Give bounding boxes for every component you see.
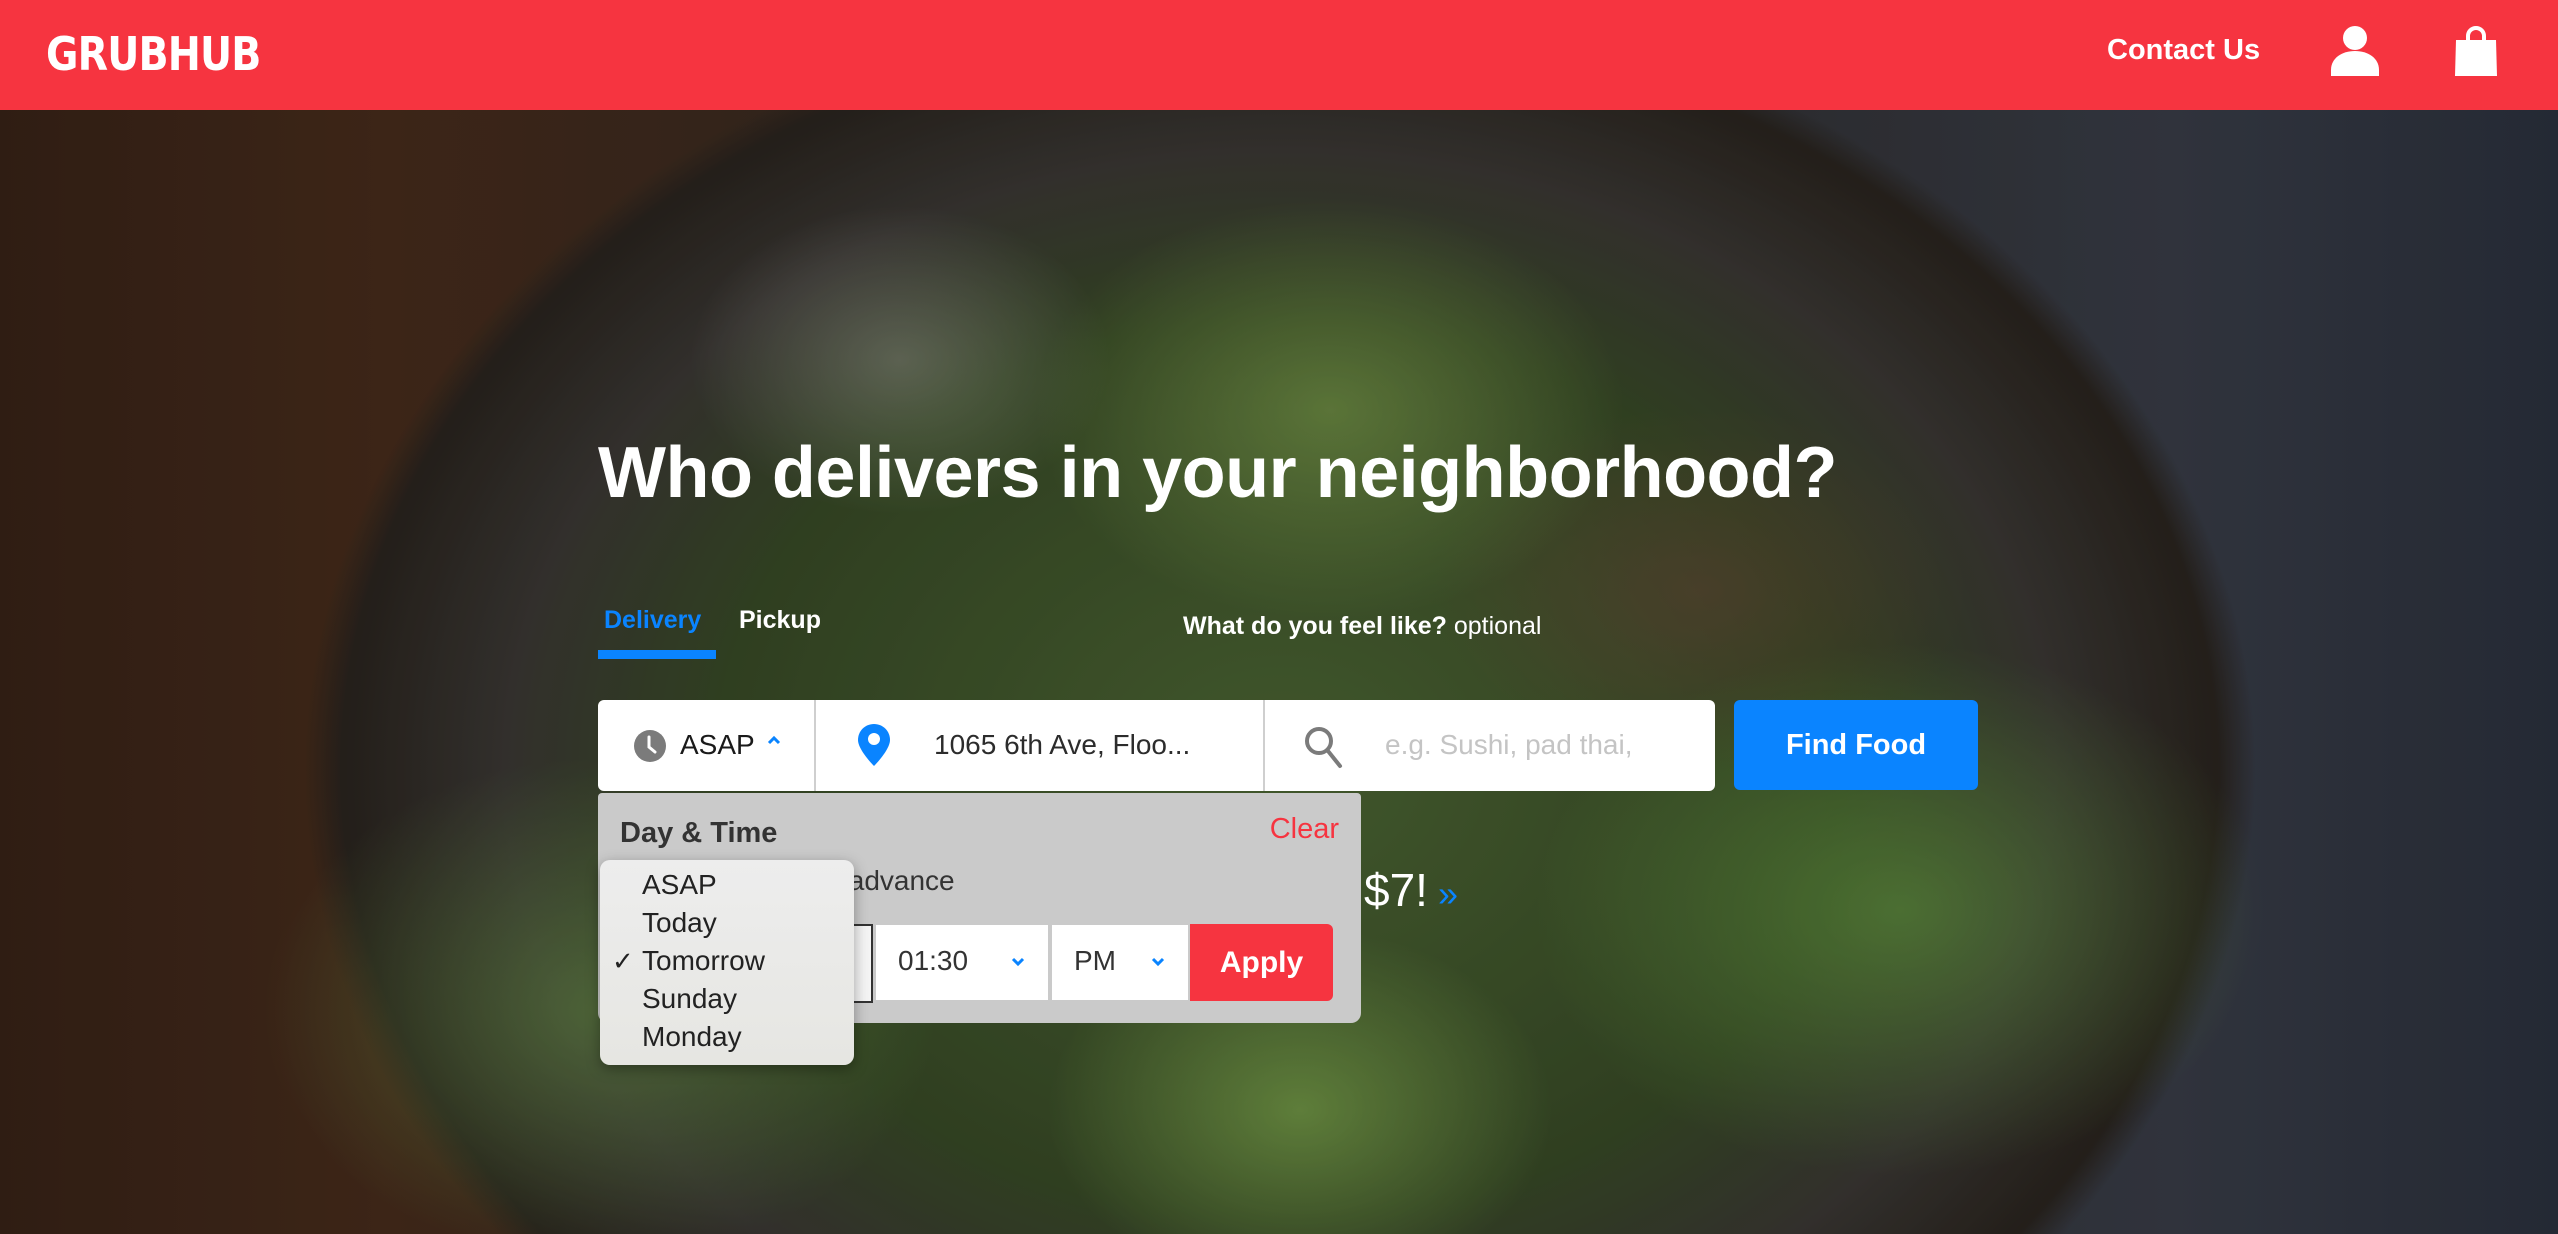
delivery-time-toggle[interactable]: ASAP (598, 700, 814, 791)
day-dropdown-menu: ASAP Today ✓ Tomorrow Sunday Monday (600, 860, 854, 1065)
promo-arrow-link[interactable]: » (1438, 873, 1458, 914)
day-option-monday[interactable]: Monday (600, 1018, 854, 1056)
cuisine-prompt: What do you feel like? optional (1183, 608, 1541, 644)
hero-headline: Who delivers in your neighborhood? (598, 433, 1838, 513)
option-label: Tomorrow (642, 945, 765, 976)
cuisine-search-input[interactable] (1385, 724, 1695, 766)
option-label: Sunday (642, 983, 737, 1014)
day-option-today[interactable]: Today (600, 904, 854, 942)
cuisine-field[interactable] (1265, 700, 1715, 791)
chevron-down-icon (1150, 955, 1166, 967)
day-option-tomorrow[interactable]: ✓ Tomorrow (600, 942, 854, 980)
address-field[interactable] (816, 700, 1262, 791)
tab-pickup[interactable]: Pickup (739, 602, 821, 638)
ampm-value: PM (1074, 945, 1116, 976)
checkmark-icon: ✓ (612, 946, 634, 976)
apply-button[interactable]: Apply (1190, 924, 1333, 1001)
time-value: 01:30 (898, 945, 969, 976)
shopping-bag-icon[interactable] (2454, 24, 2498, 76)
user-icon[interactable] (2330, 24, 2380, 76)
search-icon (1303, 725, 1343, 769)
grubhub-logo[interactable]: GRUBHUB (46, 26, 261, 82)
address-input[interactable] (934, 724, 1254, 766)
promo-banner: $7!» (1364, 862, 1458, 922)
delivery-time-label: ASAP (680, 729, 755, 760)
option-label: Today (642, 907, 717, 938)
day-time-title: Day & Time (620, 817, 778, 849)
search-bar: ASAP (598, 700, 1715, 791)
chevron-up-icon (766, 733, 782, 745)
top-nav-bar: GRUBHUB Contact Us (0, 0, 2558, 110)
clock-icon (634, 730, 666, 762)
map-pin-icon (858, 724, 890, 766)
option-label: Monday (642, 1021, 742, 1052)
cuisine-prompt-question: What do you feel like? (1183, 612, 1447, 640)
tab-delivery[interactable]: Delivery (604, 602, 701, 638)
active-tab-indicator (598, 650, 716, 659)
day-option-asap[interactable]: ASAP (600, 866, 854, 904)
time-select[interactable]: 01:30 (876, 925, 1048, 1000)
day-option-sunday[interactable]: Sunday (600, 980, 854, 1018)
find-food-button[interactable]: Find Food (1734, 700, 1978, 790)
cuisine-prompt-optional: optional (1453, 612, 1542, 640)
option-label: ASAP (642, 869, 717, 900)
hero-overlay (0, 110, 2558, 1234)
hero-background-image (0, 110, 2558, 1234)
ampm-select[interactable]: PM (1052, 925, 1188, 1000)
chevron-down-icon (1010, 955, 1026, 967)
clear-button[interactable]: Clear (1270, 811, 1339, 847)
promo-text: $7! (1364, 864, 1428, 916)
contact-us-link[interactable]: Contact Us (2107, 32, 2260, 68)
